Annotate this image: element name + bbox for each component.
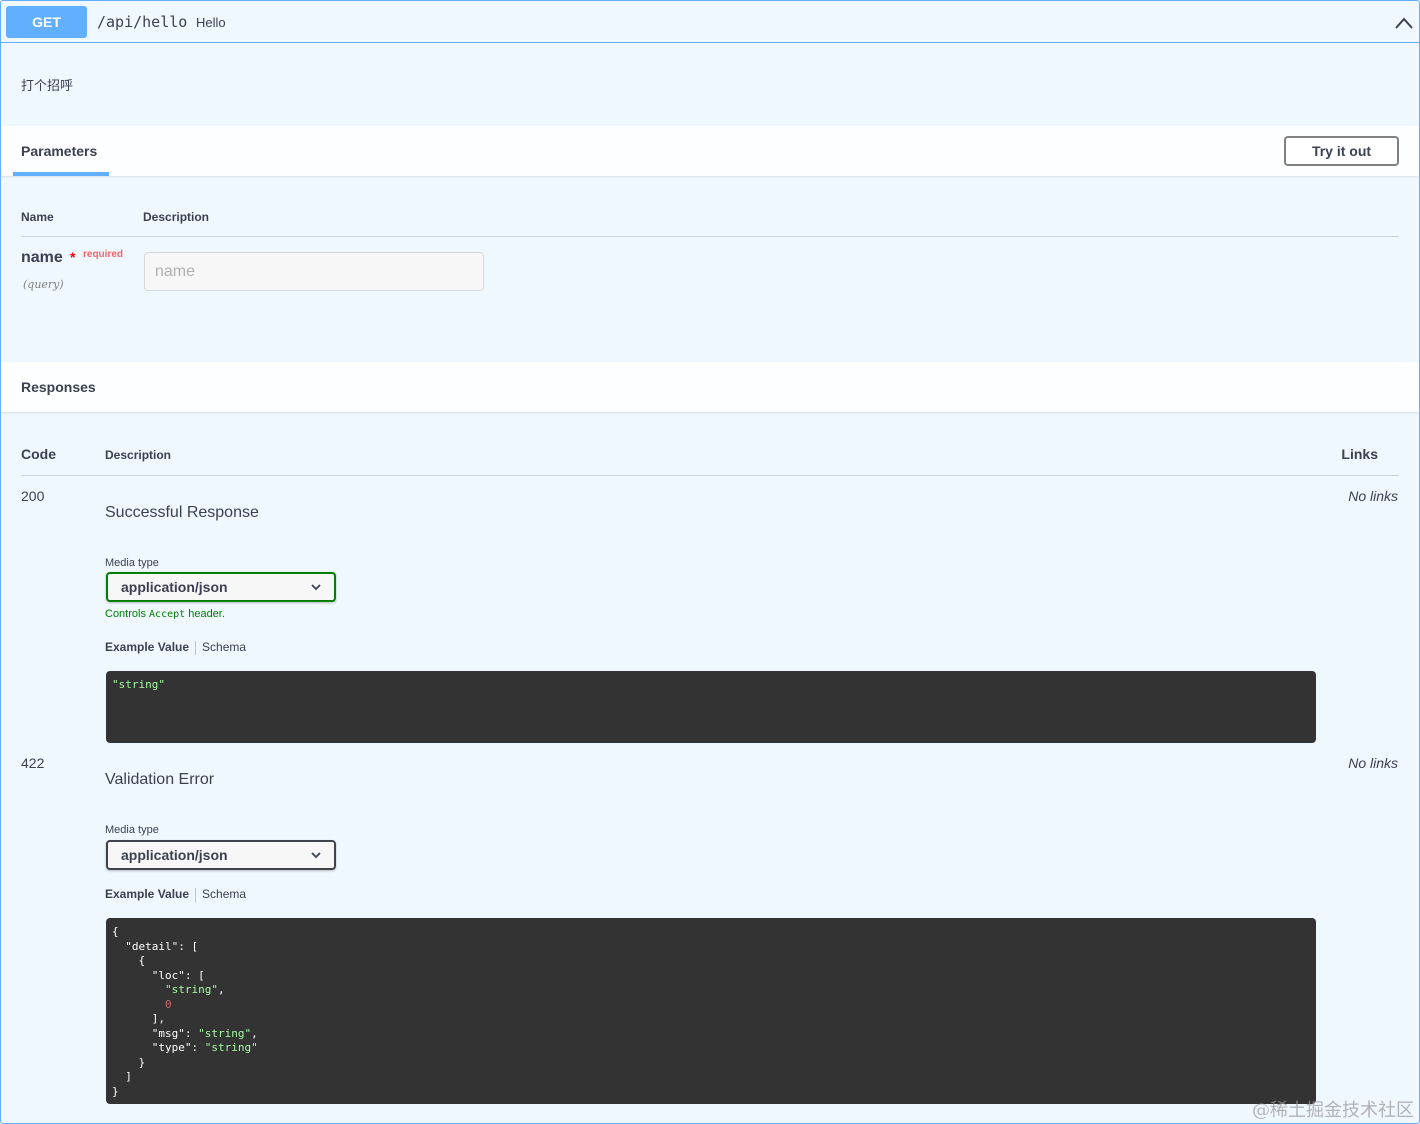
media-type-label: Media type: [105, 824, 159, 836]
chevron-down-icon: [311, 852, 321, 859]
responses-title: Responses: [21, 379, 96, 395]
example-tabs: Example Value Schema: [105, 640, 246, 655]
column-header-links: Links: [1341, 446, 1378, 462]
code-line: "detail": [: [125, 939, 199, 953]
code-line: "type": "string": [151, 1041, 258, 1054]
tab-underline: [13, 172, 109, 176]
code-line: }: [112, 1084, 119, 1098]
tab-schema[interactable]: Schema: [202, 887, 246, 901]
media-type-value: application/json: [121, 579, 228, 595]
code-line: "string",: [164, 983, 225, 996]
media-type-select[interactable]: application/json: [106, 572, 336, 602]
chevron-up-icon[interactable]: [1393, 13, 1415, 33]
media-type-select[interactable]: application/json: [106, 840, 336, 870]
operation-block-get-hello: GET /api/hello Hello 打个招呼 Parameters Try…: [0, 0, 1420, 1124]
response-description: Validation Error: [105, 771, 215, 788]
code-line: 0: [164, 997, 172, 1011]
column-header-description: Description: [143, 210, 210, 224]
example-value-code: "string": [106, 671, 1316, 743]
chevron-down-icon: [311, 584, 321, 591]
response-code: 422: [21, 755, 45, 771]
response-description: Successful Response: [105, 504, 259, 521]
example-tabs: Example Value Schema: [105, 887, 246, 902]
divider: [21, 236, 1399, 237]
responses-header: Responses: [1, 362, 1419, 412]
operation-path: /api/hello: [97, 13, 188, 31]
response-links: No links: [1348, 488, 1398, 504]
operation-summary[interactable]: GET /api/hello Hello: [1, 1, 1419, 43]
method-badge: GET: [6, 6, 87, 38]
code-line: "loc": [: [151, 968, 205, 982]
tab-example-value[interactable]: Example Value: [105, 887, 189, 901]
operation-description: 打个招呼: [21, 78, 74, 93]
tab-parameters[interactable]: Parameters: [13, 126, 105, 176]
example-value-code: { "detail": [ { "loc": [ "string", 0 ], …: [106, 918, 1316, 1104]
required-star: *: [70, 249, 76, 265]
tab-example-value[interactable]: Example Value: [105, 640, 189, 654]
tab-separator: [195, 640, 197, 655]
code-line: }: [112, 1055, 146, 1069]
divider: [21, 475, 1399, 476]
code-line: ]: [112, 1070, 132, 1083]
media-type-label: Media type: [105, 557, 159, 569]
media-type-value: application/json: [121, 847, 228, 863]
name-input[interactable]: [144, 252, 484, 291]
code-line: {: [112, 925, 119, 938]
column-header-code: Code: [21, 446, 56, 462]
param-name: name: [21, 249, 63, 266]
column-header-name: Name: [21, 210, 54, 224]
json-string: "string": [112, 678, 165, 691]
required-label: required: [83, 249, 124, 260]
column-header-response-description: Description: [105, 448, 172, 462]
code-line: ],: [112, 1012, 165, 1025]
parameters-header: Parameters Try it out: [1, 126, 1419, 176]
tab-schema[interactable]: Schema: [202, 640, 246, 654]
watermark: @稀土掘金技术社区: [1252, 1100, 1414, 1121]
code-line: {: [112, 954, 146, 967]
response-code: 200: [21, 488, 45, 504]
response-links: No links: [1348, 755, 1398, 771]
param-location: (query): [23, 278, 64, 291]
operation-summary-description: Hello: [196, 15, 226, 30]
controls-accept-note: Controls Accept header.: [105, 608, 225, 620]
code-line: "msg": "string",: [151, 1026, 258, 1040]
try-it-out-button[interactable]: Try it out: [1284, 136, 1399, 166]
tab-separator: [195, 887, 197, 902]
